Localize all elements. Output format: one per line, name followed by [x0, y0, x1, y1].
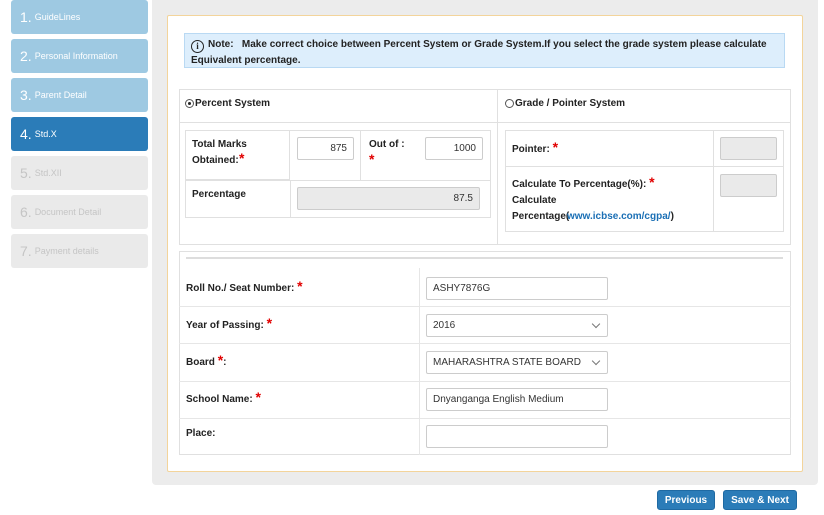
board-label-text: Board — [186, 357, 215, 368]
note-box: i Note: Make correct choice between Perce… — [184, 33, 785, 68]
board-label-suffix: : — [223, 357, 227, 368]
step-parent-detail[interactable]: 3. Parent Detail — [11, 78, 148, 112]
step-number: 6. — [20, 204, 32, 220]
roll-label-text: Roll No./ Seat Number: — [186, 283, 295, 294]
step-document-detail: 6. Document Detail — [11, 195, 148, 229]
total-marks-input[interactable]: 875 — [297, 137, 354, 160]
board-selected-value: MAHARASHTRA STATE BOARD — [433, 357, 581, 368]
year-of-passing-label: Year of Passing: * — [186, 315, 272, 334]
calc-percentage-label: Calculate To Percentage(%): * Calculate … — [512, 174, 707, 225]
required-mark: * — [297, 278, 303, 294]
required-mark: * — [649, 174, 655, 190]
percent-system-radio[interactable] — [185, 99, 194, 108]
divider — [179, 418, 791, 419]
cgpa-link[interactable]: www.icbse.com/cgpa/ — [567, 211, 671, 222]
step-guidelines[interactable]: 1. GuideLines — [11, 0, 148, 34]
roll-number-input[interactable]: ASHY7876G — [426, 277, 608, 300]
grid-line — [505, 166, 784, 167]
step-label: Std.X — [34, 129, 57, 139]
grid-line — [185, 180, 491, 181]
step-number: 5. — [20, 165, 32, 181]
step-label: Std.XII — [34, 168, 62, 178]
grade-system-radio[interactable] — [505, 99, 514, 108]
pointer-label: Pointer: * — [512, 139, 558, 158]
required-mark: * — [369, 151, 375, 167]
step-number: 4. — [20, 126, 32, 142]
note-text: Make correct choice between Percent Syst… — [191, 39, 767, 66]
year-label-text: Year of Passing: — [186, 320, 264, 331]
year-selected-value: 2016 — [433, 320, 456, 331]
calc-link-suffix: ) — [670, 211, 674, 222]
total-marks-label: Total Marks Obtained: — [192, 137, 282, 169]
divider — [186, 257, 783, 259]
required-mark: * — [255, 389, 261, 405]
step-label: Personal Information — [34, 51, 118, 61]
board-select[interactable]: MAHARASHTRA STATE BOARD — [426, 351, 608, 374]
total-marks-text: Total Marks Obtained: — [192, 139, 247, 166]
percentage-label: Percentage — [192, 189, 246, 200]
school-name-label: School Name: * — [186, 389, 261, 408]
note-prefix: Note: — [208, 39, 234, 50]
divider — [497, 89, 498, 245]
chevron-down-icon — [591, 319, 601, 329]
required-mark: * — [552, 139, 559, 155]
grid-cell — [360, 130, 361, 180]
out-of-input[interactable]: 1000 — [425, 137, 483, 160]
divider — [179, 343, 791, 344]
place-input[interactable] — [426, 425, 608, 448]
year-of-passing-select[interactable]: 2016 — [426, 314, 608, 337]
step-number: 1. — [20, 9, 32, 25]
percent-system-label: Percent System — [195, 98, 271, 109]
percentage-output: 87.5 — [297, 187, 480, 210]
required-mark: * — [266, 315, 273, 331]
percent-system-option[interactable]: Percent System — [185, 98, 270, 109]
steps-sidebar: 1. GuideLines 2. Personal Information 3. Pa… — [11, 0, 148, 273]
place-label: Place: — [186, 428, 216, 439]
step-payment-details: 7. Payment details — [11, 234, 148, 268]
school-label-text: School Name: — [186, 394, 253, 405]
divider — [179, 122, 791, 123]
roll-number-label: Roll No./ Seat Number: * — [186, 278, 303, 297]
step-std-x[interactable]: 4. Std.X — [11, 117, 148, 151]
divider — [419, 268, 420, 455]
required-mark: * — [239, 150, 245, 166]
previous-button[interactable]: Previous — [657, 490, 715, 510]
board-label: Board *: — [186, 352, 226, 371]
grade-system-label: Grade / Pointer System — [515, 98, 626, 109]
divider — [179, 381, 791, 382]
pointer-text: Pointer: — [512, 144, 550, 155]
step-number: 3. — [20, 87, 32, 103]
calc-label-text: Calculate To Percentage(%): — [512, 179, 647, 190]
save-next-button[interactable]: Save & Next — [723, 490, 797, 510]
step-std-xii: 5. Std.XII — [11, 156, 148, 190]
step-label: Parent Detail — [34, 90, 87, 100]
info-icon: i — [191, 40, 204, 53]
step-label: GuideLines — [34, 12, 81, 22]
calc-link-prefix: Calculate Percentage( — [512, 195, 570, 222]
step-number: 7. — [20, 243, 32, 259]
grid-line — [713, 130, 714, 232]
school-name-input[interactable]: Dnyanganga English Medium — [426, 388, 608, 411]
step-number: 2. — [20, 48, 32, 64]
grid-line — [290, 180, 291, 218]
step-label: Document Detail — [34, 207, 102, 217]
chevron-down-icon — [591, 356, 601, 366]
divider — [179, 306, 791, 307]
grade-system-option[interactable]: Grade / Pointer System — [505, 98, 625, 109]
calc-percentage-input — [720, 174, 777, 197]
pointer-input — [720, 137, 777, 160]
step-label: Payment details — [34, 246, 99, 256]
step-personal-information[interactable]: 2. Personal Information — [11, 39, 148, 73]
